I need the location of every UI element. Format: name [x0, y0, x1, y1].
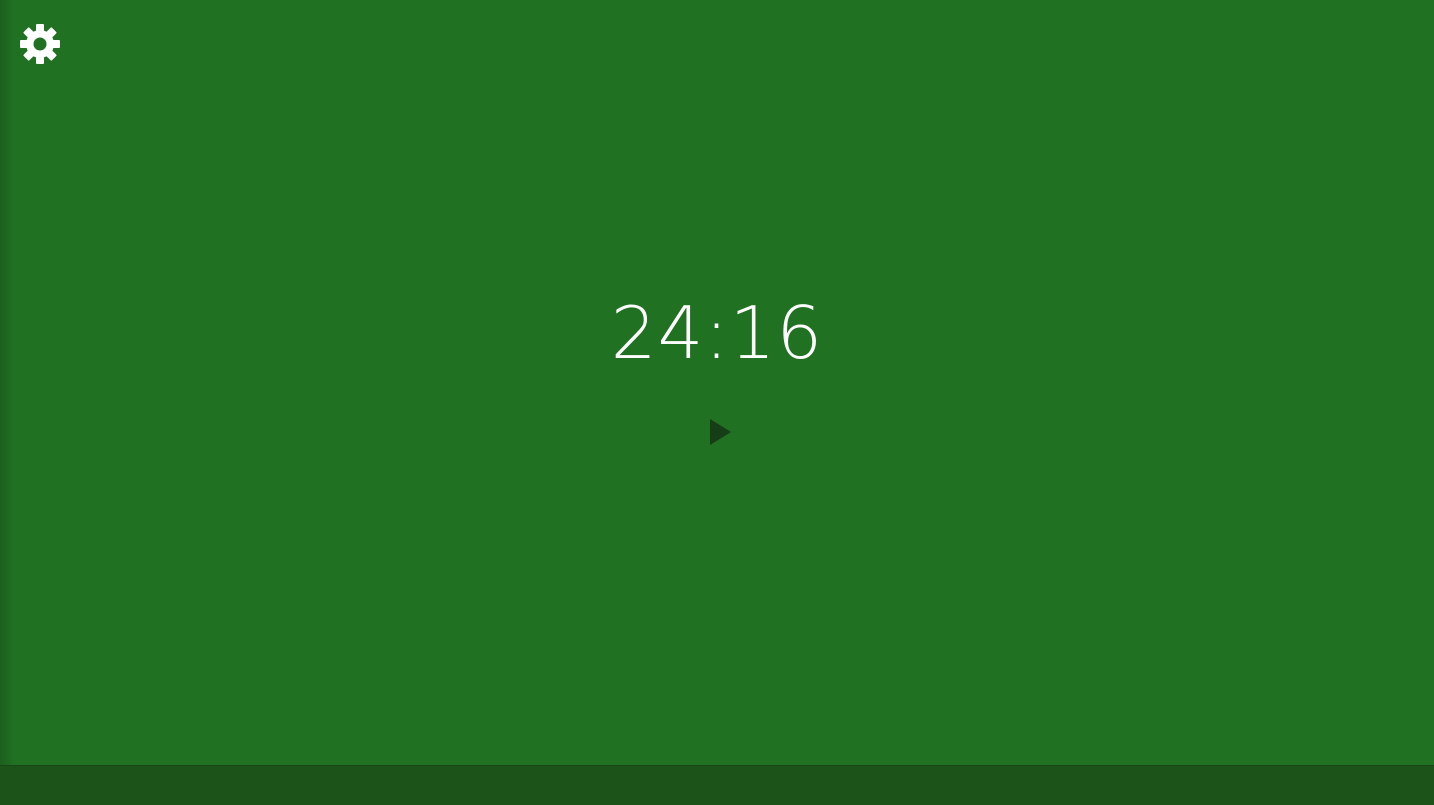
bottom-bar — [0, 765, 1434, 805]
play-icon — [710, 419, 731, 445]
left-edge-shadow — [0, 0, 14, 765]
settings-button[interactable] — [18, 22, 62, 66]
timer-display: 24:16 — [610, 291, 824, 375]
play-button[interactable] — [704, 416, 736, 448]
gear-icon — [20, 24, 60, 64]
